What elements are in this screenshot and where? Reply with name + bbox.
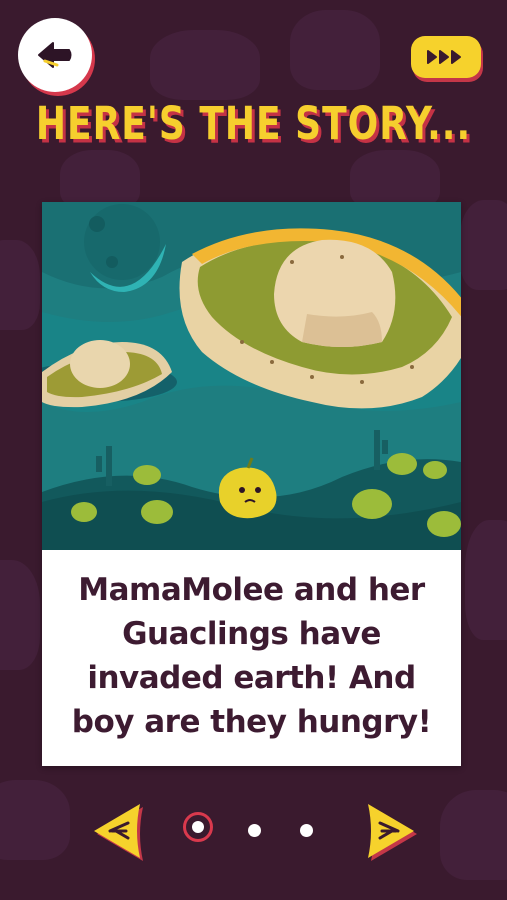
back-arrow-icon — [38, 42, 72, 68]
page-indicator-2[interactable] — [248, 824, 261, 837]
story-card: MamaMolee and her Guaclings have invaded… — [42, 202, 461, 766]
story-text: MamaMolee and her Guaclings have invaded… — [71, 572, 432, 740]
next-arrow-icon — [368, 804, 417, 861]
prev-page-button[interactable] — [88, 798, 148, 864]
prev-arrow-icon — [94, 804, 143, 861]
next-page-button[interactable] — [360, 798, 420, 864]
skip-button[interactable] — [411, 36, 481, 78]
page-indicator-3[interactable] — [300, 824, 313, 837]
back-button[interactable] — [18, 18, 92, 92]
page-title: HERE'S THE STORY... — [35, 98, 472, 151]
story-illustration — [42, 202, 461, 550]
page-indicator-1[interactable] — [183, 812, 213, 842]
fast-forward-icon — [427, 50, 461, 64]
